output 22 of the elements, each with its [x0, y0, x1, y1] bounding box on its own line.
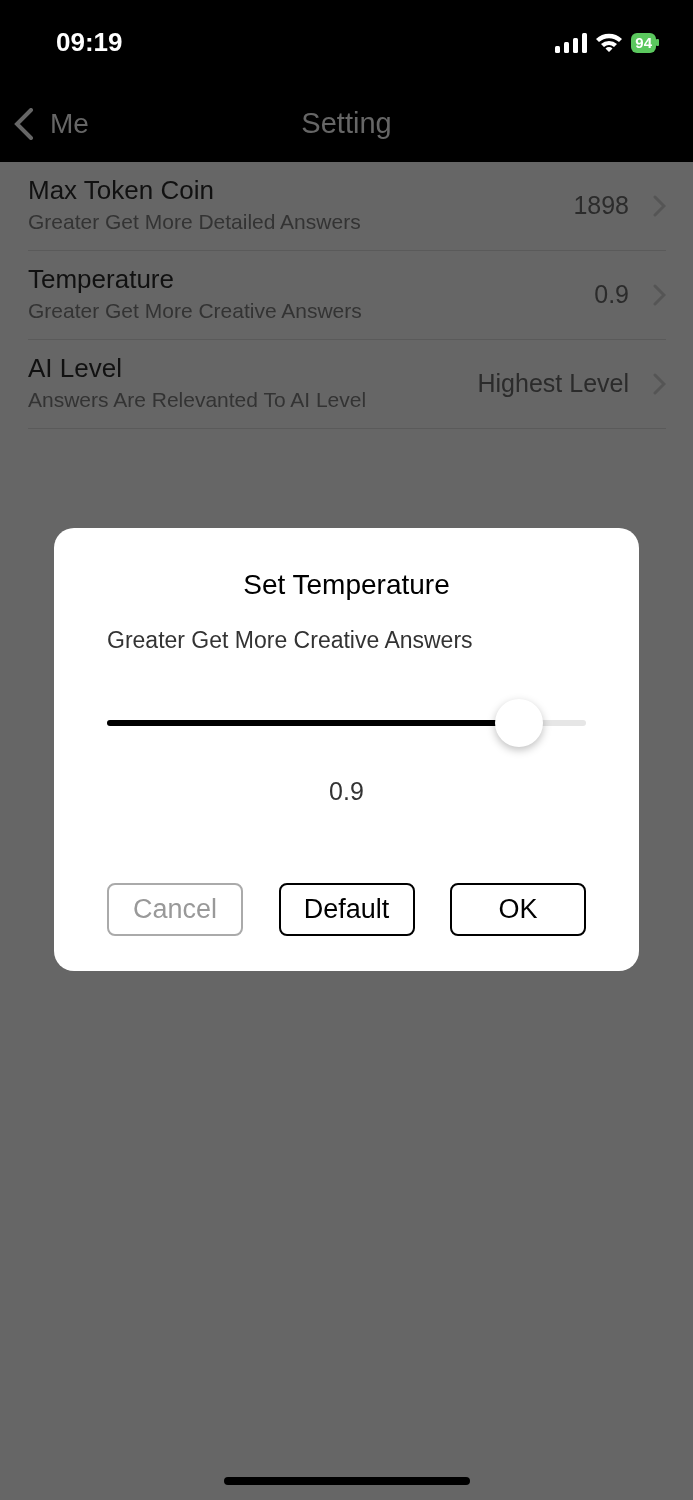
setting-title: AI Level [28, 352, 123, 384]
battery-tip-icon [656, 39, 659, 46]
home-indicator[interactable] [224, 1477, 470, 1485]
setting-value: 1898 [573, 190, 629, 222]
back-button[interactable]: Me [0, 102, 89, 145]
clock-time: 09:19 [56, 26, 123, 59]
chevron-left-icon [14, 107, 34, 140]
setting-title: Temperature [28, 263, 175, 295]
dialog-description: Greater Get More Creative Answers [107, 626, 473, 655]
ok-button[interactable]: OK [450, 883, 586, 936]
dialog-title: Set Temperature [243, 568, 450, 602]
setting-value: 0.9 [594, 279, 629, 311]
wifi-icon [595, 32, 624, 53]
setting-value: Highest Level [477, 368, 629, 400]
default-button[interactable]: Default [278, 883, 415, 936]
screen-title: Setting [301, 105, 392, 141]
battery-icon: 94 [631, 32, 656, 53]
slider-value: 0.9 [329, 775, 364, 807]
signal-icon [555, 32, 588, 53]
slider-thumb[interactable] [494, 698, 543, 747]
setting-title: Max Token Coin [28, 174, 215, 206]
slider[interactable] [107, 698, 586, 747]
